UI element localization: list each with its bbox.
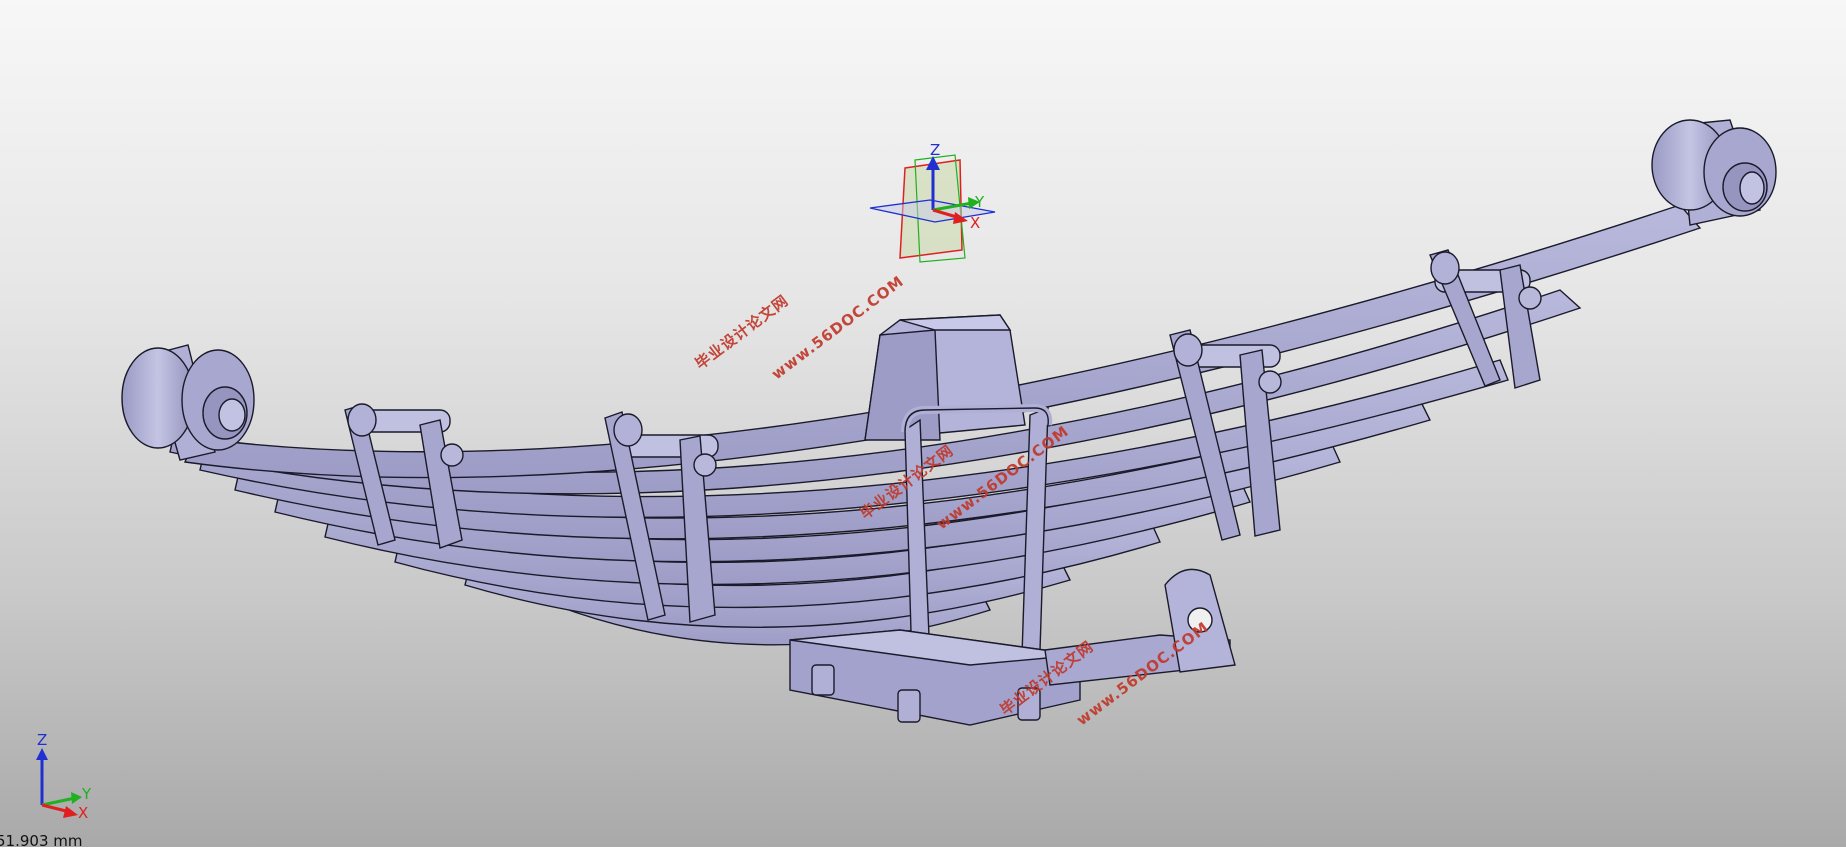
triad-x-label: X bbox=[78, 804, 88, 822]
manipulator-y-label: Y bbox=[974, 193, 985, 211]
orientation-triad[interactable]: Z Y X bbox=[36, 731, 92, 822]
triad-y-label: Y bbox=[81, 785, 92, 803]
manipulator-z-label: Z bbox=[930, 141, 940, 159]
3d-viewport[interactable]: Z Y X Z Y X 毕业设计论文网 www.56DOC.COM 毕业设计论文… bbox=[0, 0, 1846, 850]
triad-z-label: Z bbox=[37, 731, 47, 749]
scale-readout: 51.903 mm bbox=[0, 832, 83, 850]
left-spring-eye[interactable] bbox=[121, 344, 255, 461]
manipulator-x-label: X bbox=[970, 214, 980, 232]
view-manipulator[interactable]: Z Y X bbox=[869, 141, 996, 263]
